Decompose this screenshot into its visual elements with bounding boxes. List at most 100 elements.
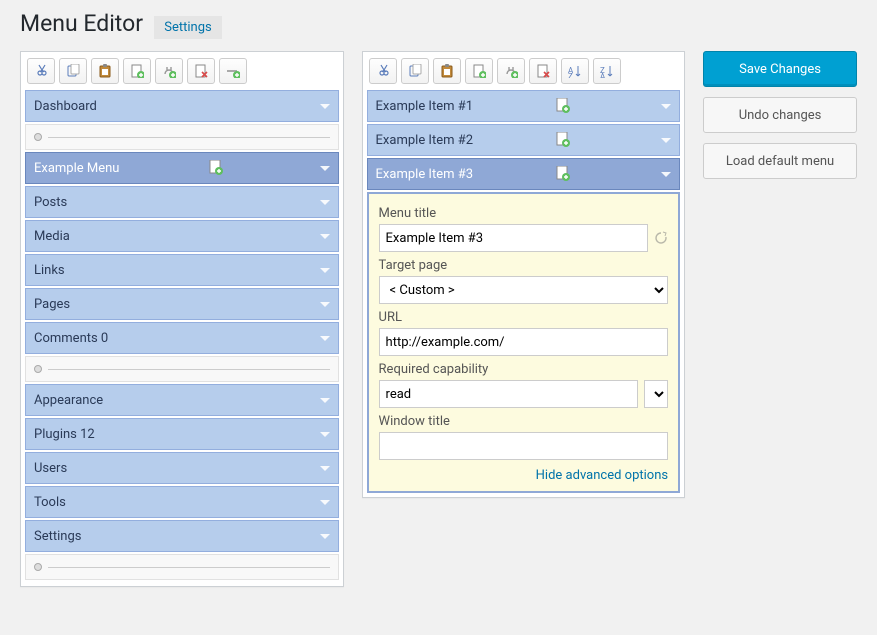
new-icon: [130, 64, 144, 78]
paste-icon: [440, 64, 454, 78]
menu-item-label: Media: [34, 229, 70, 244]
chevron-down-icon[interactable]: [320, 432, 330, 437]
new-separator-button[interactable]: [219, 58, 247, 84]
menu-separator[interactable]: [25, 554, 339, 580]
new-button[interactable]: [123, 58, 151, 84]
plugin-icon: [162, 64, 176, 78]
chevron-down-icon[interactable]: [661, 172, 671, 177]
copy-button[interactable]: [401, 58, 429, 84]
menu-title-input[interactable]: [379, 224, 649, 252]
sort-desc-icon: [600, 64, 614, 78]
cut-icon: [34, 64, 48, 78]
target-page-select[interactable]: < Custom >: [379, 276, 669, 304]
hide-advanced-link[interactable]: Hide advanced options: [379, 468, 669, 483]
chevron-down-icon[interactable]: [320, 200, 330, 205]
plugin-icon: [504, 64, 518, 78]
chevron-down-icon[interactable]: [320, 534, 330, 539]
undo-button[interactable]: Undo changes: [703, 97, 857, 133]
menu-item[interactable]: Settings: [25, 520, 339, 552]
chevron-down-icon[interactable]: [320, 336, 330, 341]
paste-button[interactable]: [433, 58, 461, 84]
submenu-item-label: Example Item #1: [376, 99, 474, 114]
target-page-label: Target page: [379, 258, 669, 273]
menu-item-label: Links: [34, 263, 65, 278]
sort-asc-button[interactable]: [561, 58, 589, 84]
chevron-down-icon[interactable]: [320, 500, 330, 505]
submenu-item-label: Example Item #2: [376, 133, 474, 148]
menu-item[interactable]: Pages: [25, 288, 339, 320]
chevron-down-icon[interactable]: [320, 166, 330, 171]
chevron-down-icon[interactable]: [320, 268, 330, 273]
delete-icon: [536, 64, 550, 78]
menu-title-label: Menu title: [379, 206, 669, 221]
chevron-down-icon[interactable]: [661, 138, 671, 143]
submenu-item[interactable]: Example Item #3: [367, 158, 681, 190]
menu-item[interactable]: Plugins 12: [25, 418, 339, 450]
menu-item[interactable]: Appearance: [25, 384, 339, 416]
plugin-button[interactable]: [155, 58, 183, 84]
page-add-icon[interactable]: [556, 98, 572, 114]
menu-separator[interactable]: [25, 356, 339, 382]
menu-item-label: Comments 0: [34, 331, 108, 346]
page-add-icon[interactable]: [556, 132, 572, 148]
menu-item-label: Example Menu: [34, 161, 119, 176]
delete-button[interactable]: [187, 58, 215, 84]
page-add-icon[interactable]: [556, 166, 572, 182]
menu-separator[interactable]: [25, 124, 339, 150]
cut-button[interactable]: [27, 58, 55, 84]
window-title-input[interactable]: [379, 432, 669, 460]
url-input[interactable]: [379, 328, 669, 356]
tab-settings[interactable]: Settings: [154, 16, 221, 39]
chevron-down-icon[interactable]: [320, 302, 330, 307]
menu-item-label: Posts: [34, 195, 67, 210]
save-button[interactable]: Save Changes: [703, 51, 857, 87]
menu-item-label: Appearance: [34, 393, 103, 408]
submenu-item[interactable]: Example Item #2: [367, 124, 681, 156]
sort-asc-icon: [568, 64, 582, 78]
copy-button[interactable]: [59, 58, 87, 84]
plugin-button[interactable]: [497, 58, 525, 84]
toolbar-left: [25, 56, 339, 90]
cut-button[interactable]: [369, 58, 397, 84]
menu-item-label: Pages: [34, 297, 70, 312]
new-button[interactable]: [465, 58, 493, 84]
menu-item-label: Tools: [34, 495, 66, 510]
chevron-down-icon[interactable]: [320, 104, 330, 109]
chevron-down-icon[interactable]: [320, 398, 330, 403]
toolbar-right: [367, 56, 681, 90]
capability-dropdown[interactable]: [644, 380, 668, 408]
menu-item[interactable]: Users: [25, 452, 339, 484]
url-label: URL: [379, 310, 669, 325]
menu-item[interactable]: Tools: [25, 486, 339, 518]
menu-item[interactable]: Links: [25, 254, 339, 286]
actions-panel: Save Changes Undo changes Load default m…: [703, 51, 857, 189]
load-default-button[interactable]: Load default menu: [703, 143, 857, 179]
chevron-down-icon[interactable]: [320, 234, 330, 239]
paste-icon: [98, 64, 112, 78]
window-title-label: Window title: [379, 414, 669, 429]
copy-icon: [66, 64, 80, 78]
paste-button[interactable]: [91, 58, 119, 84]
top-level-menu-panel: Dashboard Example Menu Posts Media Links Page…: [20, 51, 344, 587]
chevron-down-icon[interactable]: [320, 466, 330, 471]
menu-item[interactable]: Comments 0: [25, 322, 339, 354]
menu-item[interactable]: Example Menu: [25, 152, 339, 184]
new-icon: [472, 64, 486, 78]
submenu-item[interactable]: Example Item #1: [367, 90, 681, 122]
submenu-item-label: Example Item #3: [376, 167, 474, 182]
chevron-down-icon[interactable]: [661, 104, 671, 109]
menu-item[interactable]: Dashboard: [25, 90, 339, 122]
menu-item-label: Dashboard: [34, 99, 97, 114]
reset-icon[interactable]: [654, 231, 668, 245]
page-add-icon[interactable]: [209, 160, 225, 176]
delete-button[interactable]: [529, 58, 557, 84]
item-editor: Menu title Target page < Custom > URL Re…: [367, 192, 681, 493]
delete-icon: [194, 64, 208, 78]
new-separator-icon: [226, 64, 240, 78]
capability-input[interactable]: [379, 380, 639, 408]
page-title: Menu Editor: [20, 10, 143, 37]
menu-item[interactable]: Posts: [25, 186, 339, 218]
sort-desc-button[interactable]: [593, 58, 621, 84]
menu-item[interactable]: Media: [25, 220, 339, 252]
menu-item-label: Settings: [34, 529, 81, 544]
